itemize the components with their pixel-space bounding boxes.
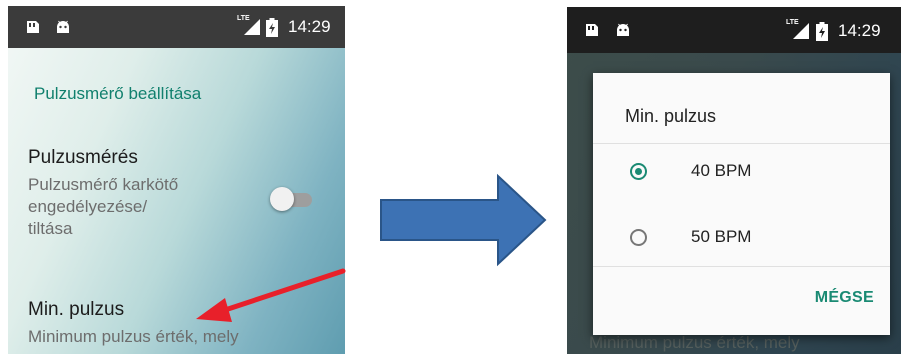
sim-card-icon — [586, 24, 598, 36]
android-icon — [617, 23, 629, 36]
settings-screen: LTE 14:29 Pulzusmérő beállítása Pulzusmé… — [8, 6, 345, 354]
android-icon — [57, 20, 69, 33]
cancel-button[interactable]: MÉGSE — [815, 289, 874, 307]
radio-unselected-icon[interactable] — [630, 229, 647, 246]
clock: 14:29 — [288, 17, 331, 36]
status-bar: LTE 14:29 — [8, 6, 345, 48]
clock: 14:29 — [838, 21, 881, 40]
option-label: 40 BPM — [691, 161, 752, 180]
background-summary-text: Minimum pulzus érték, mely — [589, 333, 800, 352]
pref-title: Pulzusmérés — [28, 147, 138, 168]
signal-icon — [793, 23, 809, 39]
divider — [593, 143, 890, 144]
min-pulse-dialog: Min. pulzus 40 BPM 50 BPM MÉGSE — [593, 73, 890, 335]
pref-summary: Minimum pulzus érték, mely — [28, 327, 239, 346]
toggle-switch[interactable] — [270, 187, 294, 211]
signal-icon — [244, 19, 260, 35]
battery-charging-icon — [816, 22, 828, 41]
pref-summary: Pulzusmérő karkötő engedélyezése/ tiltás… — [28, 175, 179, 238]
divider — [593, 266, 890, 267]
sim-card-icon — [27, 21, 39, 33]
section-title: Pulzusmérő beállítása — [34, 84, 202, 103]
pref-title: Min. pulzus — [28, 299, 125, 320]
option-label: 50 BPM — [691, 227, 752, 246]
radio-selected-icon[interactable] — [630, 163, 647, 180]
battery-charging-icon — [266, 18, 278, 37]
dialog-screen: LTE 14:29 Minimum pulzus érték, mely Min… — [567, 7, 901, 354]
dialog-title: Min. pulzus — [625, 106, 717, 126]
status-bar: LTE 14:29 — [567, 7, 901, 53]
